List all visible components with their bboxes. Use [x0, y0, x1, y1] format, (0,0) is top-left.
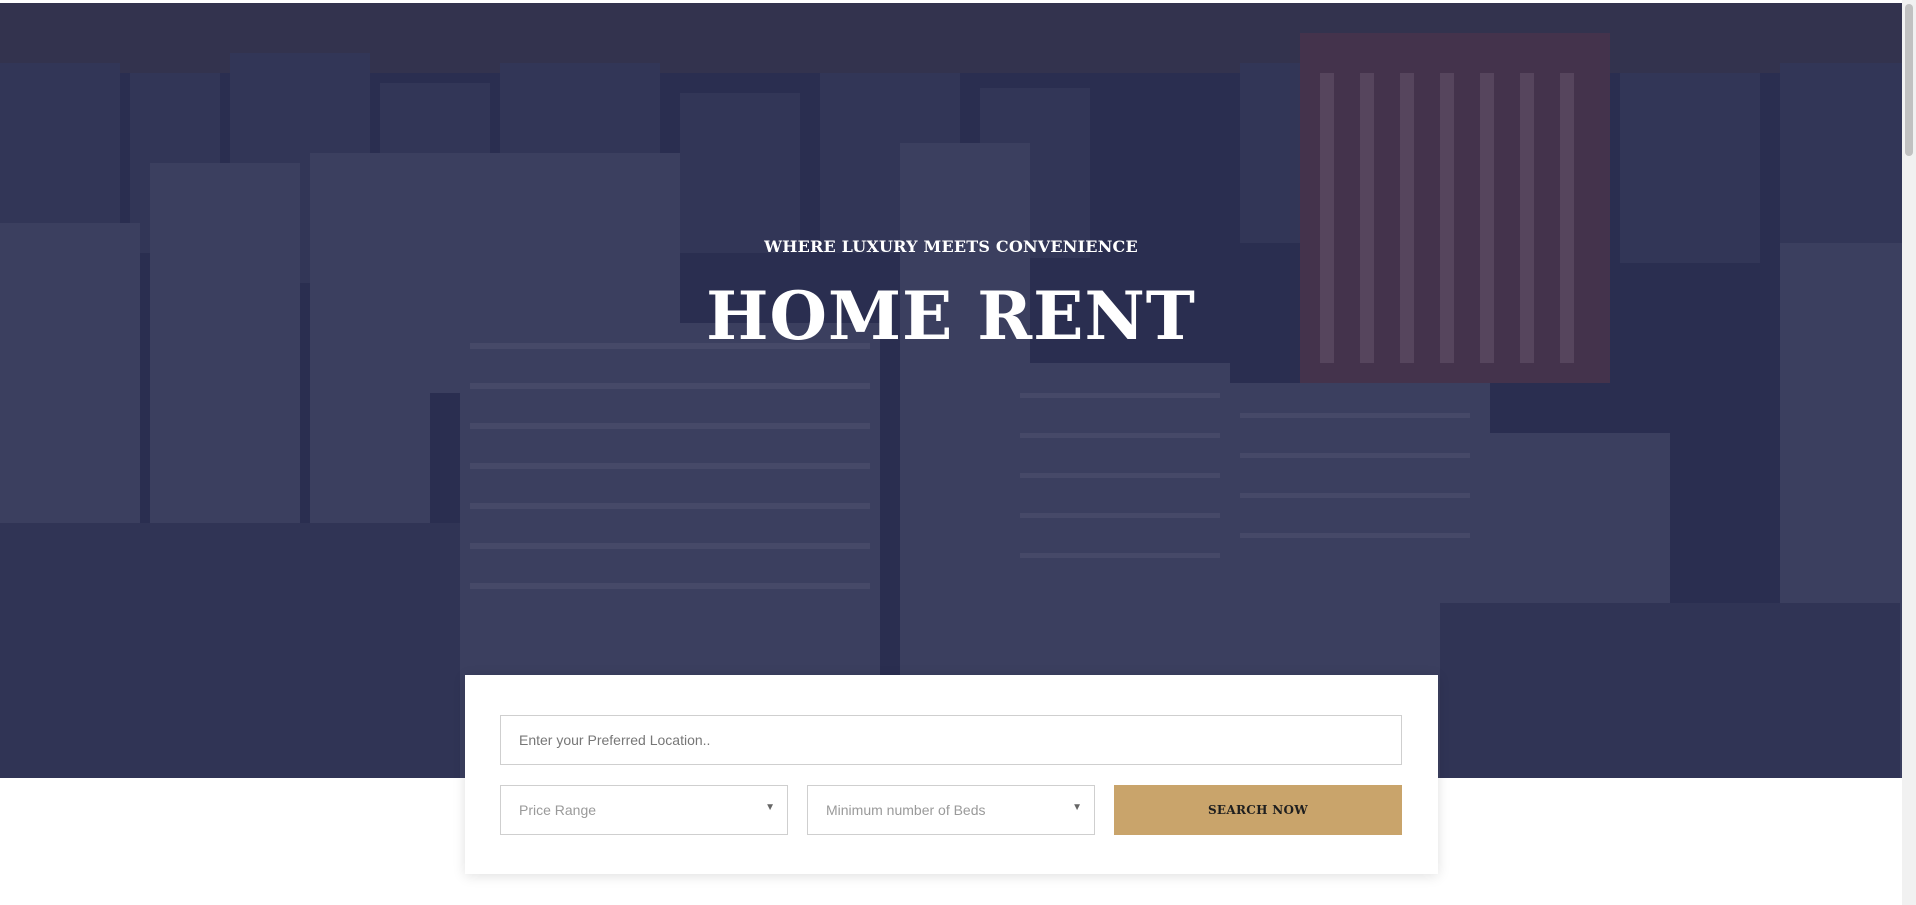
hero-subtitle: WHERE LUXURY MEETS CONVENIENCE [764, 237, 1138, 256]
hero-banner: WHERE LUXURY MEETS CONVENIENCE HOME RENT [0, 0, 1902, 778]
chevron-down-icon: ▼ [1072, 802, 1082, 813]
search-card: Price Range ▼ Minimum number of Beds ▼ S… [465, 675, 1438, 874]
scrollbar-thumb[interactable] [1905, 4, 1913, 156]
hero-overlay [0, 3, 1902, 778]
search-now-button[interactable]: SEARCH NOW [1114, 785, 1402, 835]
hero-title: HOME RENT [706, 277, 1196, 355]
beds-label: Minimum number of Beds [826, 802, 986, 818]
location-input[interactable] [500, 715, 1402, 765]
scrollbar[interactable] [1902, 0, 1916, 905]
chevron-down-icon: ▼ [765, 802, 775, 813]
price-range-select[interactable]: Price Range ▼ [500, 785, 788, 835]
price-range-label: Price Range [519, 802, 597, 818]
page: WHERE LUXURY MEETS CONVENIENCE HOME RENT… [0, 0, 1916, 905]
beds-select[interactable]: Minimum number of Beds ▼ [807, 785, 1095, 835]
